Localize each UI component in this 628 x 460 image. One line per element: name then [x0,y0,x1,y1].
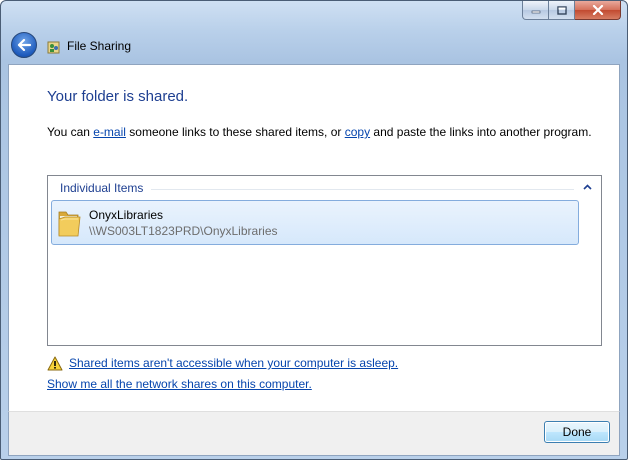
description-text: You can e-mail someone links to these sh… [47,125,592,139]
desc-prefix: You can [47,125,94,139]
item-name: OnyxLibraries [89,208,164,222]
file-sharing-window: File Sharing Your folder is shared. You … [0,0,628,460]
maximize-icon [556,5,567,15]
item-path: \\WS003LT1823PRD\OnyxLibraries [89,224,278,238]
group-header: Individual Items [60,181,144,195]
collapse-group-button[interactable] [580,180,594,194]
footer-bar: Done [8,411,620,456]
folder-icon [58,211,81,237]
warning-icon [47,356,63,370]
warning-row: Shared items aren't accessible when your… [47,354,398,372]
back-button[interactable] [11,32,37,58]
title-bar[interactable] [1,1,627,29]
nav-title: File Sharing [67,39,132,53]
caption-buttons [522,1,621,20]
minimize-icon [531,10,540,14]
sleep-warning-link[interactable]: Shared items aren't accessible when your… [69,356,398,370]
minimize-button[interactable] [522,1,549,20]
email-link[interactable]: e-mail [93,125,126,139]
list-item[interactable]: OnyxLibraries \\WS003LT1823PRD\OnyxLibra… [51,200,579,245]
navigation-bar: File Sharing [1,29,627,63]
close-button[interactable] [575,1,621,20]
maximize-button[interactable] [549,1,575,20]
desc-middle: someone links to these shared items, or [125,125,345,139]
chevron-up-icon [582,184,592,190]
content-pane: Your folder is shared. You can e-mail so… [8,64,620,411]
copy-link[interactable]: copy [345,125,370,139]
page-title: Your folder is shared. [47,88,189,105]
desc-suffix: and paste the links into another program… [370,125,592,139]
group-divider [151,189,574,190]
back-arrow-icon [17,39,31,51]
shared-items-list[interactable]: Individual Items OnyxLibraries \\WS003LT… [47,175,602,346]
done-button[interactable]: Done [544,421,610,443]
network-shares-link[interactable]: Show me all the network shares on this c… [47,377,312,391]
file-sharing-icon [47,41,60,54]
close-icon [592,5,603,15]
